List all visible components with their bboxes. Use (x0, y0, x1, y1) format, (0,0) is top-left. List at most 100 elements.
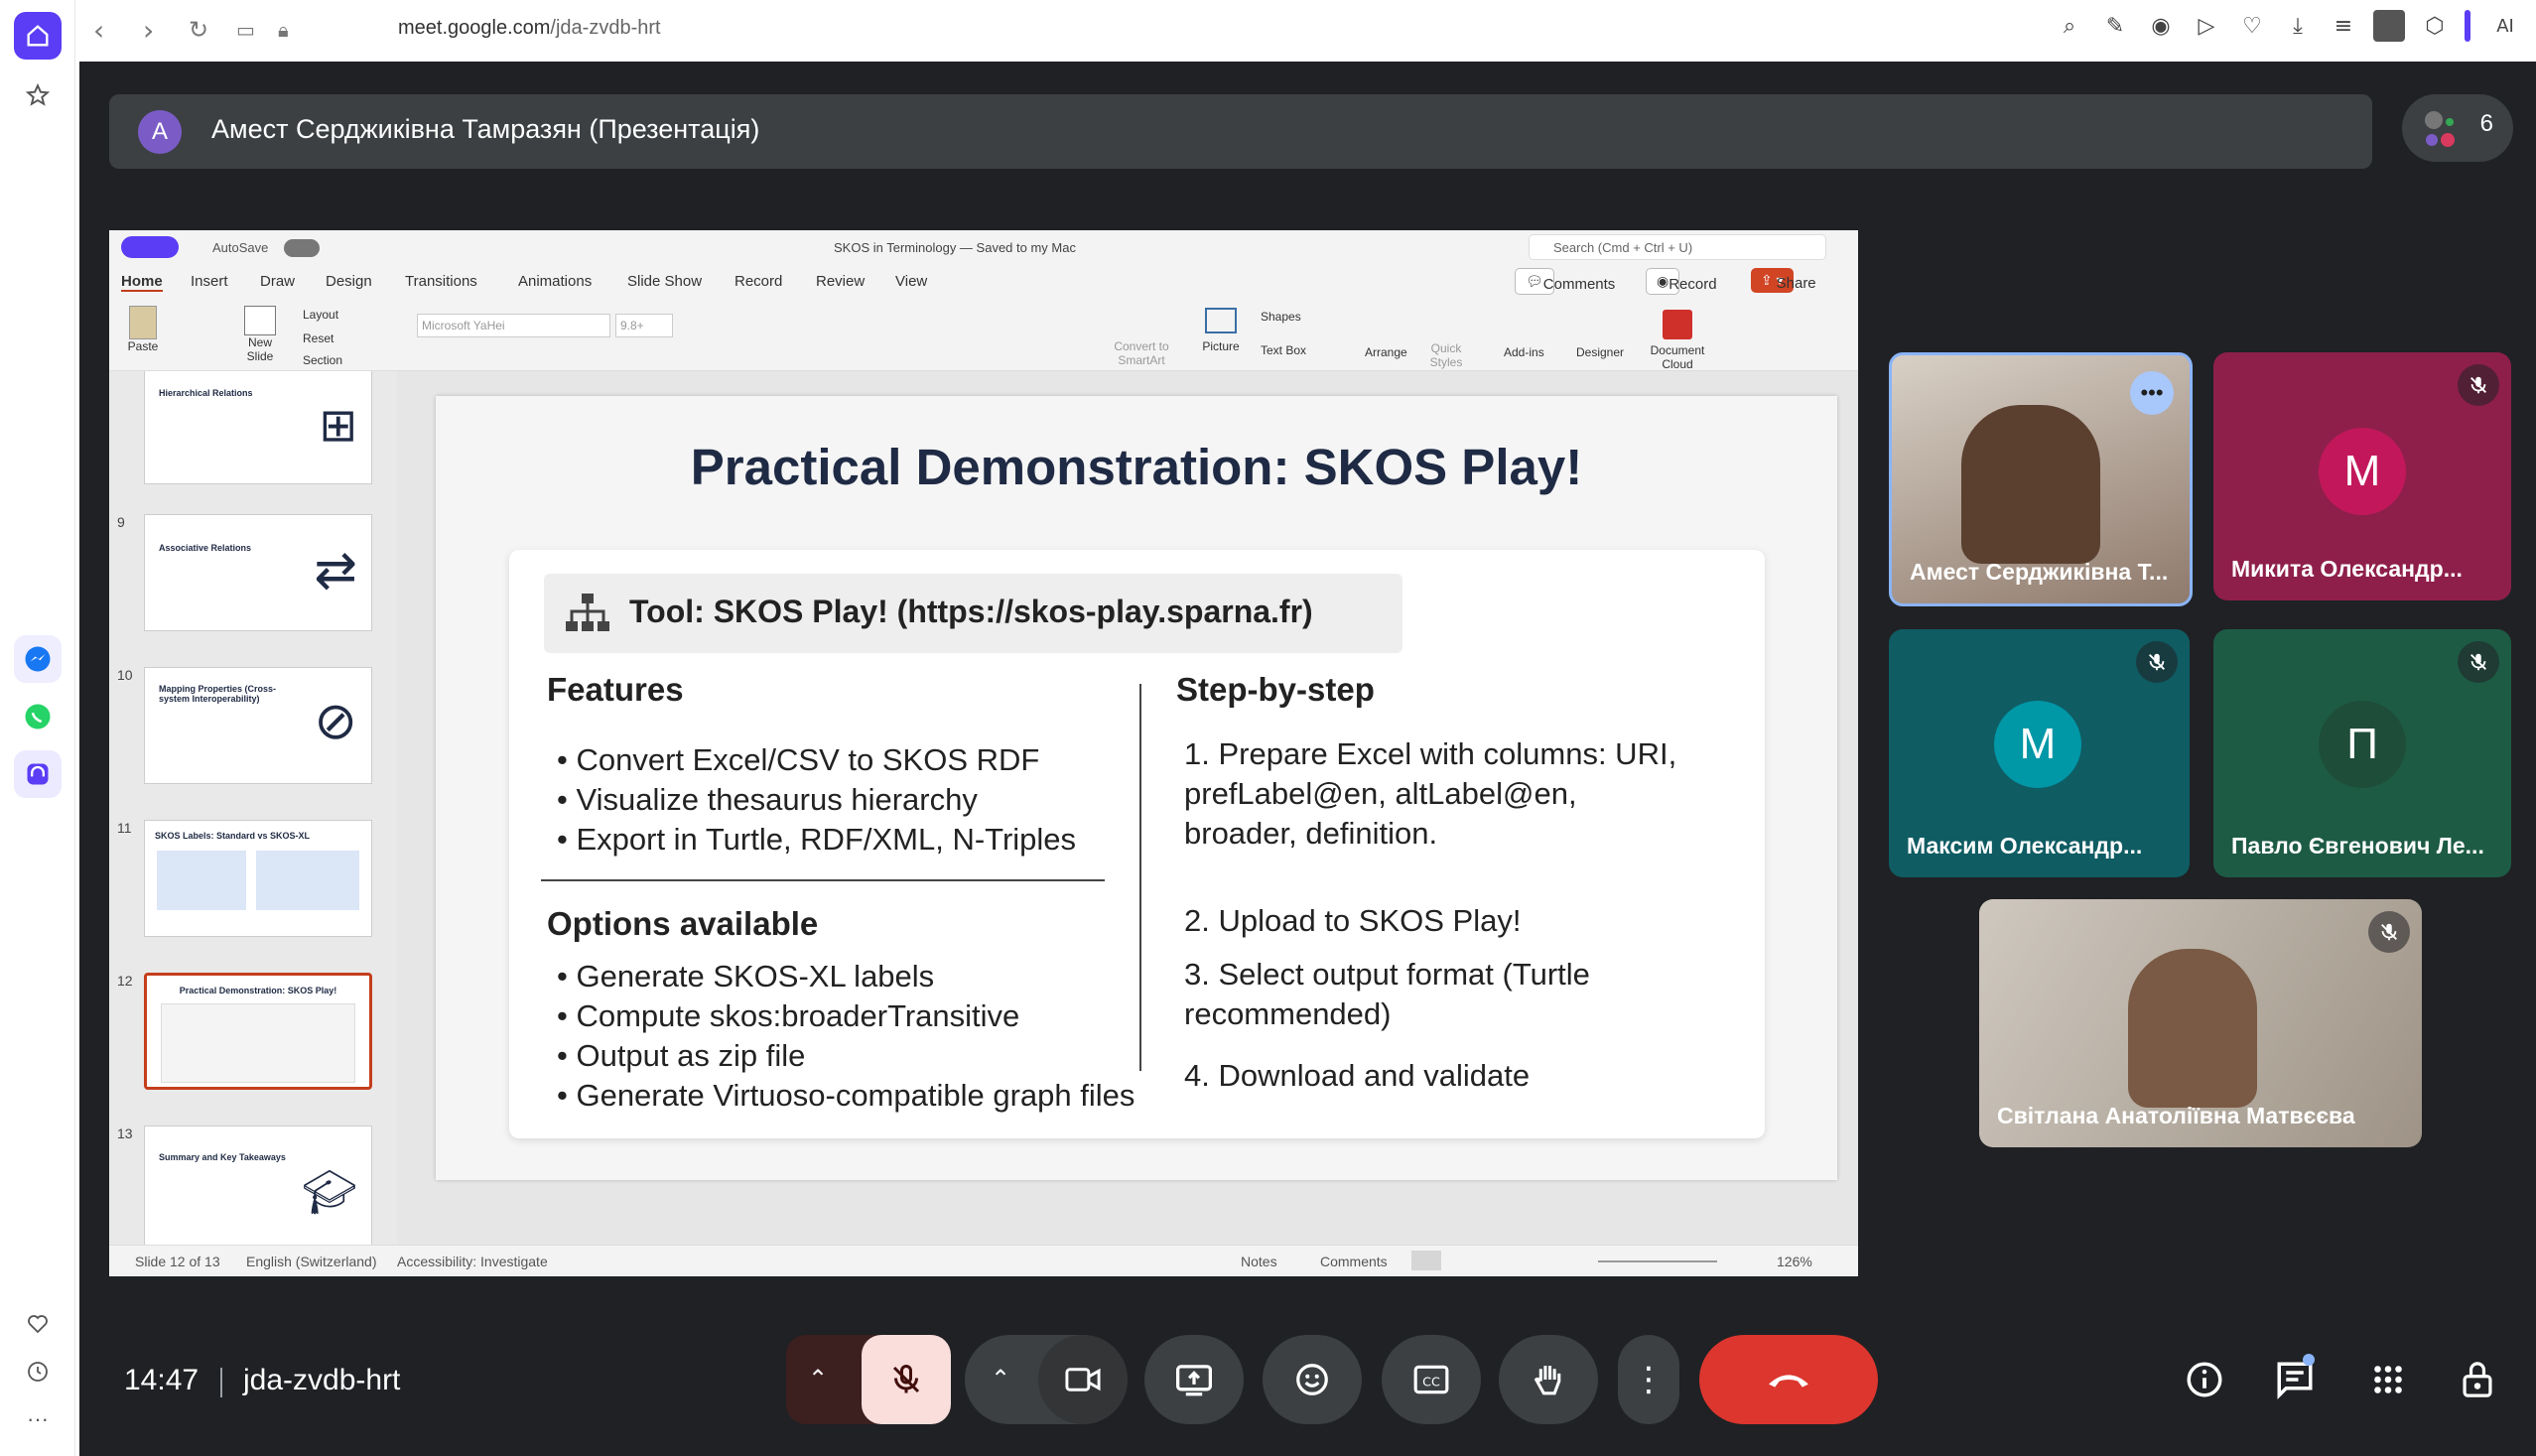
thumbnail-slide-active[interactable]: Practical Demonstration: SKOS Play! (144, 973, 372, 1090)
features-heading: Features (547, 671, 684, 708)
thumbnail-slide[interactable]: Hierarchical Relations ⊞ (144, 371, 372, 484)
participants-button[interactable]: 6 (2402, 94, 2513, 162)
edit-icon[interactable]: ✎ (2099, 10, 2131, 42)
tab-transitions[interactable]: Transitions (405, 273, 477, 290)
meeting-details-button[interactable] (2179, 1354, 2230, 1405)
arrange-button[interactable]: Arrange (1365, 345, 1407, 359)
history-icon[interactable] (14, 1348, 62, 1395)
status-comments-button[interactable]: Comments (1320, 1254, 1388, 1269)
thumbnail-slide[interactable]: Mapping Properties (Cross-system Interop… (144, 667, 372, 784)
language[interactable]: English (Switzerland) (246, 1254, 377, 1269)
tab-design[interactable]: Design (326, 273, 372, 290)
favorite-icon[interactable]: ♡ (2236, 10, 2268, 42)
quick-styles-button[interactable]: Quick Styles (1424, 341, 1468, 369)
zoom-slider[interactable] (1598, 1260, 1717, 1262)
option-item: • Generate SKOS-XL labels (557, 959, 935, 993)
captions-button[interactable]: CC (1382, 1335, 1481, 1424)
more-options-button[interactable]: ⋮ (1618, 1335, 1679, 1424)
play-icon[interactable]: ▷ (2191, 10, 2222, 42)
addins-button[interactable]: Add-ins (1504, 345, 1544, 359)
forward-icon[interactable]: › (143, 14, 154, 47)
participant-tile[interactable]: ••• Амест Серджиківна Т... (1889, 352, 2193, 606)
participant-tile[interactable]: П Павло Євгенович Ле... (2213, 629, 2511, 877)
tab-slideshow[interactable]: Slide Show (627, 273, 702, 290)
more-options-icon[interactable]: ••• (2130, 371, 2174, 415)
mic-off-icon (892, 1365, 920, 1393)
swap-icon: ⇄ (314, 542, 357, 599)
document-cloud-button[interactable]: Document Cloud (1643, 310, 1712, 371)
unread-dot (2303, 1354, 2315, 1366)
section-button[interactable]: Section (303, 353, 342, 367)
reactions-button[interactable] (1263, 1335, 1362, 1424)
shapes-button[interactable]: Shapes (1261, 310, 1301, 324)
box-icon[interactable]: ⬡ (2419, 10, 2451, 42)
new-slide-button[interactable]: New Slide (240, 306, 280, 363)
download-icon[interactable]: ⤓ (2282, 10, 2314, 42)
host-controls-button[interactable] (2452, 1354, 2503, 1405)
convert-smartart-button[interactable]: Convert to SmartArt (1102, 339, 1181, 367)
menu-icon[interactable]: ≡ (2328, 10, 2359, 42)
thumbnail-slide[interactable]: SKOS Labels: Standard vs SKOS-XL (144, 820, 372, 937)
more-icon[interactable]: ··· (14, 1395, 62, 1443)
back-icon[interactable]: ‹ (93, 14, 104, 47)
participant-video (1961, 405, 2100, 564)
autosave-toggle[interactable] (284, 239, 320, 257)
camera-icon[interactable]: ◉ (2145, 10, 2177, 42)
address-bar[interactable]: meet.google.com/jda-zvdb-hrt (398, 17, 661, 40)
sidebar-toggle[interactable] (121, 236, 179, 258)
zoom-icon[interactable]: ⌕ (2054, 10, 2085, 42)
profile-avatar[interactable] (2373, 10, 2405, 42)
participant-tile[interactable]: M Максим Олександр... (1889, 629, 2190, 877)
star-icon[interactable] (14, 71, 62, 119)
messenger-icon[interactable] (14, 635, 62, 683)
font-size-select[interactable]: 9.8+ (615, 314, 673, 337)
tab-review[interactable]: Review (816, 273, 865, 290)
thumbnail-slide[interactable]: Summary and Key Takeaways 🎓︎ (144, 1125, 372, 1245)
raise-hand-button[interactable] (1499, 1335, 1598, 1424)
ai-button[interactable]: AI (2484, 10, 2526, 42)
ppt-search[interactable]: Search (Cmd + Ctrl + U) (1529, 234, 1826, 260)
step-2: 2. Upload to SKOS Play! (1184, 903, 1522, 938)
current-slide[interactable]: Practical Demonstration: SKOS Play! Tool… (436, 396, 1837, 1180)
participant-tile[interactable]: Світлана Анатоліївна Матвєєва (1979, 899, 2422, 1147)
present-screen-button[interactable] (1144, 1335, 1244, 1424)
camera-options-button[interactable]: ⌃ (991, 1365, 1010, 1392)
tab-insert[interactable]: Insert (191, 273, 228, 290)
heart-icon[interactable] (14, 1300, 62, 1348)
normal-view-icon[interactable] (1411, 1251, 1441, 1270)
designer-button[interactable]: Designer (1576, 345, 1624, 359)
share-button[interactable]: ⇪ Share ▾ (1751, 268, 1816, 293)
thumbnail-slide[interactable]: Associative Relations ⇄ (144, 514, 372, 631)
activities-button[interactable] (2362, 1354, 2414, 1405)
font-select[interactable]: Microsoft YaHei (417, 314, 610, 337)
mic-options-button[interactable]: ⌃ (808, 1365, 828, 1392)
accessibility[interactable]: Accessibility: Investigate (397, 1254, 548, 1269)
camera-toggle-button[interactable] (1038, 1335, 1128, 1424)
whatsapp-icon[interactable] (14, 693, 62, 740)
layout-button[interactable]: Layout (303, 308, 338, 322)
tab-view[interactable]: View (895, 273, 927, 290)
reload-icon[interactable]: ↻ (189, 16, 208, 44)
participant-tile[interactable]: M Микита Олександр... (2213, 352, 2511, 600)
participant-avatar: M (1994, 701, 2081, 788)
mic-toggle-button[interactable] (862, 1335, 951, 1424)
tab-draw[interactable]: Draw (260, 273, 295, 290)
tab-record[interactable]: Record (734, 273, 782, 290)
textbox-button[interactable]: Text Box (1261, 343, 1306, 357)
leave-call-button[interactable] (1699, 1335, 1878, 1424)
comments-button[interactable]: 💬︎ Comments (1515, 268, 1615, 295)
svg-text:CC: CC (1422, 1374, 1440, 1389)
reset-button[interactable]: Reset (303, 331, 334, 345)
chat-button[interactable] (2269, 1354, 2321, 1405)
picture-button[interactable]: Picture (1196, 308, 1246, 353)
tab-capture-icon[interactable]: ▭ (236, 18, 255, 42)
tab-animations[interactable]: Animations (518, 273, 592, 290)
notes-button[interactable]: Notes (1241, 1254, 1277, 1269)
home-icon[interactable] (14, 12, 62, 60)
tab-home[interactable]: Home (121, 273, 163, 292)
headset-icon[interactable] (14, 750, 62, 798)
paste-button[interactable]: Paste (123, 306, 163, 353)
record-button[interactable]: ◉ Record (1646, 268, 1717, 295)
divider (220, 1368, 222, 1397)
doc-title[interactable]: SKOS in Terminology — Saved to my Mac (834, 240, 1076, 255)
